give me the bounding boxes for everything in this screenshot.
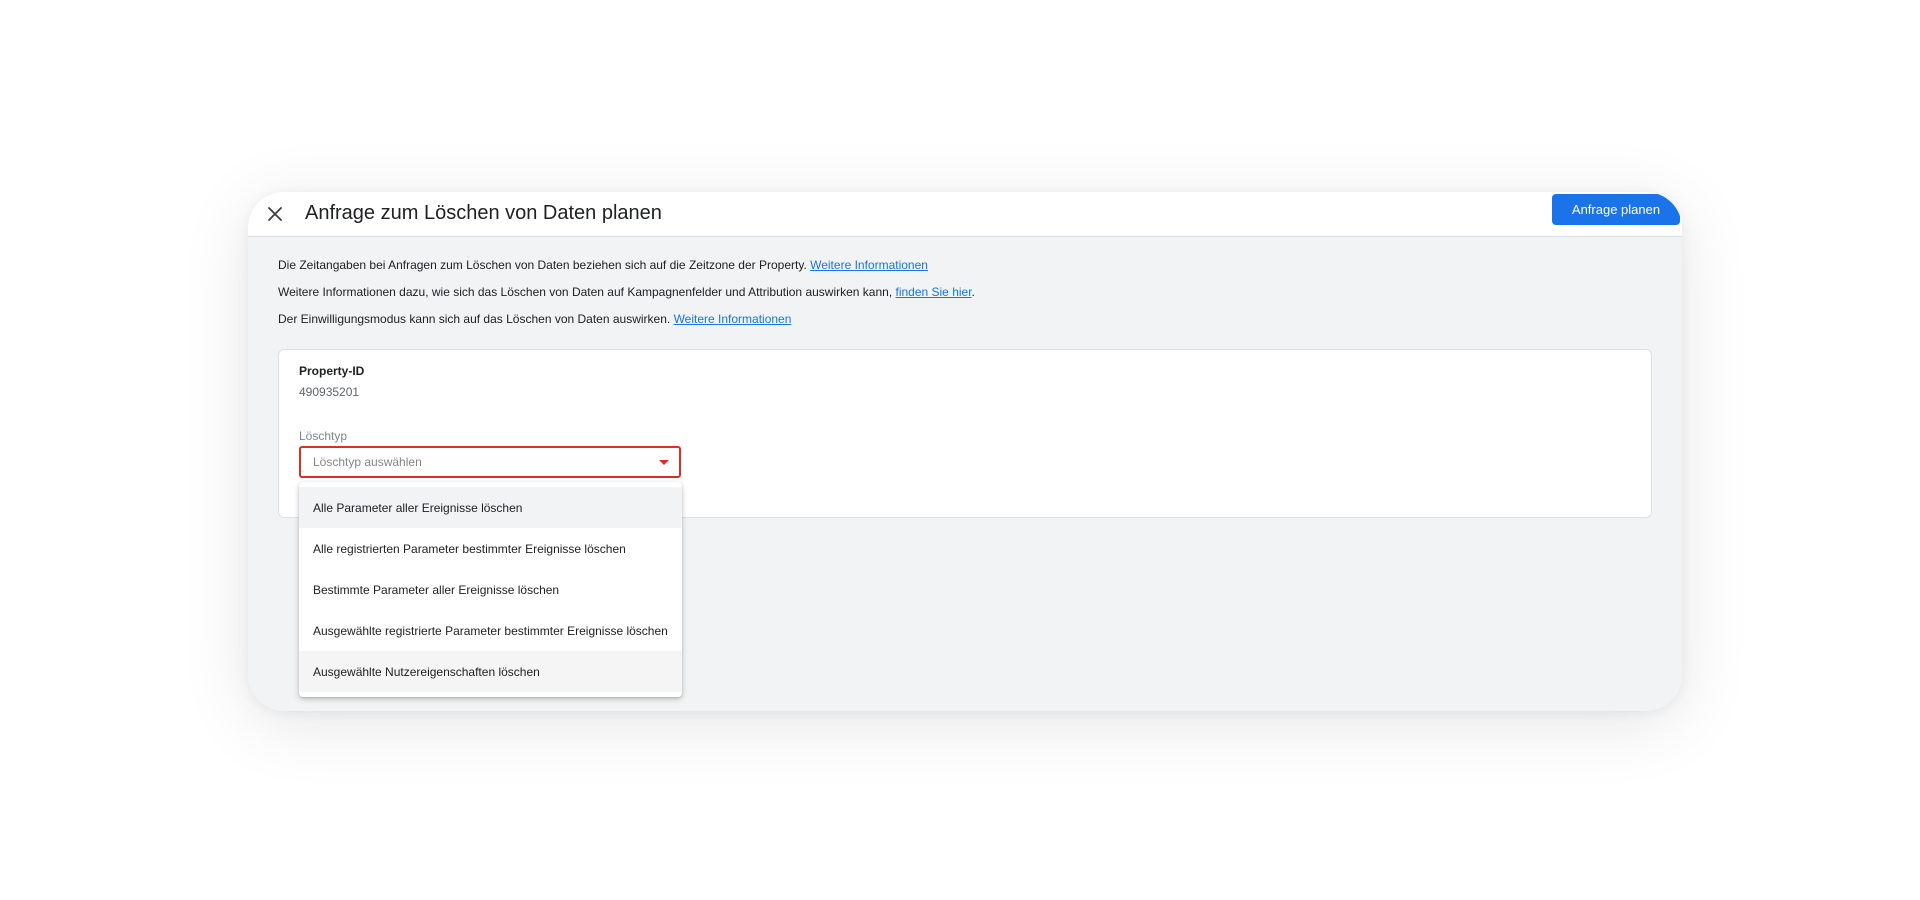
menu-option-selected-user-properties[interactable]: Ausgewählte Nutzereigenschaften löschen [299, 651, 682, 692]
menu-option-registered-params-specific-events[interactable]: Alle registrierten Parameter bestimmter … [299, 528, 682, 569]
delete-type-select[interactable]: Löschtyp auswählen [299, 446, 681, 478]
dialog-title: Anfrage zum Löschen von Daten planen [305, 202, 662, 224]
menu-option-all-params-all-events[interactable]: Alle Parameter aller Ereignisse löschen [299, 487, 682, 528]
learn-more-link[interactable]: Weitere Informationen [810, 258, 928, 272]
delete-type-menu: Alle Parameter aller Ereignisse löschen … [299, 482, 682, 697]
learn-more-link[interactable]: Weitere Informationen [674, 312, 792, 326]
delete-type-placeholder: Löschtyp auswählen [313, 455, 422, 469]
info-line-timezone: Die Zeitangaben bei Anfragen zum Löschen… [278, 257, 928, 273]
info-text: Die Zeitangaben bei Anfragen zum Löschen… [278, 258, 811, 272]
property-id-label: Property-ID [299, 364, 365, 378]
menu-option-selected-registered-params[interactable]: Ausgewählte registrierte Parameter besti… [299, 610, 682, 651]
find-here-link[interactable]: finden Sie hier [895, 285, 971, 299]
caret-down-icon [659, 460, 669, 465]
info-line-consent: Der Einwilligungsmodus kann sich auf das… [278, 311, 791, 327]
info-suffix: . [971, 285, 975, 299]
close-button[interactable] [262, 201, 288, 227]
info-text: Der Einwilligungsmodus kann sich auf das… [278, 312, 674, 326]
menu-option-specific-params-all-events[interactable]: Bestimmte Parameter aller Ereignisse lös… [299, 569, 682, 610]
info-line-campaign: Weitere Informationen dazu, wie sich das… [278, 284, 975, 300]
schedule-request-button[interactable]: Anfrage planen [1552, 194, 1680, 225]
dialog-header: Anfrage zum Löschen von Daten planen Anf… [248, 192, 1682, 237]
property-id-value: 490935201 [299, 385, 360, 399]
info-text: Weitere Informationen dazu, wie sich das… [278, 285, 896, 299]
close-icon [268, 207, 282, 221]
delete-type-label: Löschtyp [299, 429, 348, 443]
